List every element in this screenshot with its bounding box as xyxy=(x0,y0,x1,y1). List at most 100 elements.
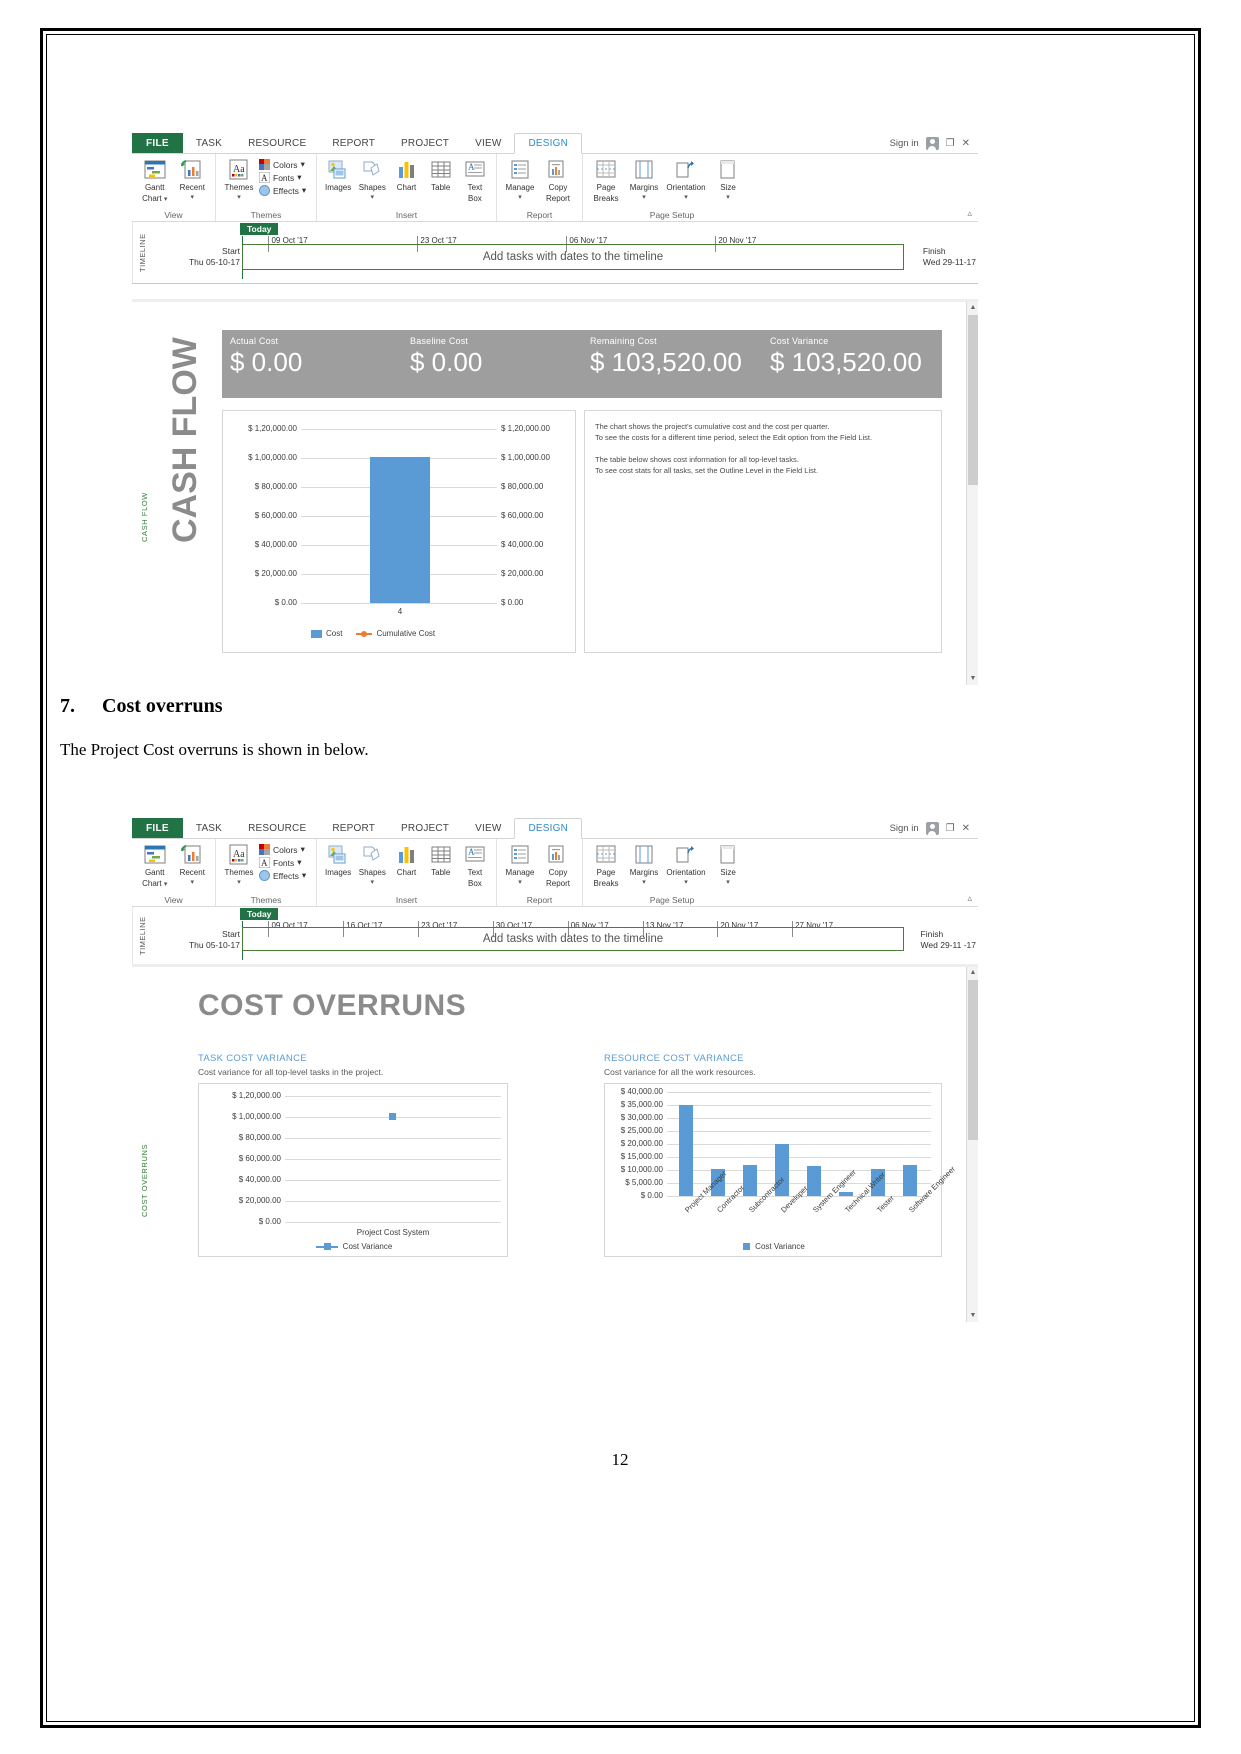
fonts-caret-icon[interactable]: ▾ xyxy=(297,857,301,868)
chart-bar[interactable] xyxy=(903,1165,917,1196)
resource-cost-variance-panel[interactable]: $ 40,000.00 $ 35,000.00 $ 30,000.00 $ 25… xyxy=(604,1083,957,1257)
page-breaks-button[interactable]: Page Breaks xyxy=(588,156,624,203)
shapes-caret-icon[interactable]: ▾ xyxy=(371,878,375,888)
images-button[interactable]: Images xyxy=(322,841,354,878)
effects-caret-icon[interactable]: ▾ xyxy=(302,185,306,196)
copy-report-button[interactable]: Copy Report xyxy=(540,156,576,203)
recent-caret-icon[interactable]: ▾ xyxy=(190,193,194,203)
sign-in-link[interactable]: Sign in xyxy=(890,138,919,149)
margins-caret-icon[interactable]: ▾ xyxy=(642,878,646,888)
effects-caret-icon[interactable]: ▾ xyxy=(302,870,306,881)
scrollbar-thumb[interactable] xyxy=(968,980,978,1140)
recent-button[interactable]: Recent ▾ xyxy=(175,841,211,887)
table-button[interactable]: Table xyxy=(425,156,457,193)
gantt-chart-button[interactable]: Gantt Chart ▾ xyxy=(137,841,173,889)
tab-project[interactable]: PROJECT xyxy=(388,133,462,153)
tab-design[interactable]: DESIGN xyxy=(514,133,583,154)
chart-bar[interactable] xyxy=(839,1192,853,1196)
tab-resource[interactable]: RESOURCE xyxy=(235,818,319,838)
timeline-body[interactable]: Today Start Thu 05-10-17 09 Oct '17 16 O… xyxy=(152,907,978,964)
scroll-down-arrow-icon[interactable]: ▼ xyxy=(967,673,978,685)
chart-button[interactable]: Chart xyxy=(390,156,422,193)
shapes-button[interactable]: Shapes ▾ xyxy=(356,841,388,887)
effects-button[interactable]: Effects ▾ xyxy=(259,185,306,196)
recent-caret-icon[interactable]: ▾ xyxy=(190,878,194,888)
size-button[interactable]: Size ▾ xyxy=(710,156,746,202)
chart-data-point[interactable] xyxy=(389,1113,396,1120)
cashflow-description-panel[interactable]: The chart shows the project's cumulative… xyxy=(584,410,942,653)
tab-design[interactable]: DESIGN xyxy=(514,818,583,839)
size-button[interactable]: Size ▾ xyxy=(710,841,746,887)
chart-bar[interactable] xyxy=(370,457,430,603)
themes-caret-icon[interactable]: ▾ xyxy=(237,193,241,203)
colors-button[interactable]: Colors ▾ xyxy=(259,844,306,855)
manage-caret-icon[interactable]: ▾ xyxy=(518,878,522,888)
collapse-ribbon-icon[interactable]: ▵ xyxy=(967,208,972,219)
close-icon[interactable]: ✕ xyxy=(962,138,970,149)
scroll-up-arrow-icon[interactable]: ▲ xyxy=(967,967,978,979)
timeline-add-tasks-bar[interactable]: Add tasks with dates to the timeline xyxy=(242,927,904,951)
effects-button[interactable]: Effects ▾ xyxy=(259,870,306,881)
table-button[interactable]: Table xyxy=(425,841,457,878)
legend-item-cost[interactable]: Cost xyxy=(311,629,342,638)
tab-view[interactable]: VIEW xyxy=(462,133,514,153)
orientation-caret-icon[interactable]: ▾ xyxy=(684,878,688,888)
recent-button[interactable]: Recent ▾ xyxy=(175,156,211,202)
shapes-button[interactable]: Shapes ▾ xyxy=(356,156,388,202)
scrollbar-thumb[interactable] xyxy=(968,315,978,485)
manage-button[interactable]: Manage ▾ xyxy=(502,156,538,202)
orientation-button[interactable]: Orientation ▾ xyxy=(664,841,708,887)
tab-file[interactable]: FILE xyxy=(132,133,183,153)
user-avatar-icon[interactable] xyxy=(925,821,939,835)
size-caret-icon[interactable]: ▾ xyxy=(726,193,730,203)
manage-caret-icon[interactable]: ▾ xyxy=(518,193,522,203)
gantt-chart-button[interactable]: Gantt Chart ▾ xyxy=(137,156,173,204)
task-cost-variance-panel[interactable]: $ 1,20,000.00 $ 1,00,000.00 $ 80,000.00 … xyxy=(198,1083,508,1257)
themes-button[interactable]: Aa Themes ▾ xyxy=(221,841,257,887)
images-button[interactable]: Images xyxy=(322,156,354,193)
chart-button[interactable]: Chart xyxy=(390,841,422,878)
restore-window-icon[interactable]: ❐ xyxy=(946,823,955,834)
restore-window-icon[interactable]: ❐ xyxy=(946,138,955,149)
tab-resource[interactable]: RESOURCE xyxy=(235,133,319,153)
collapse-ribbon-icon[interactable]: ▵ xyxy=(967,893,972,904)
margins-button[interactable]: Margins ▾ xyxy=(626,156,662,202)
copy-report-button[interactable]: Copy Report xyxy=(540,841,576,888)
chart-bar[interactable] xyxy=(679,1105,693,1196)
scroll-down-arrow-icon[interactable]: ▼ xyxy=(967,1310,978,1322)
themes-caret-icon[interactable]: ▾ xyxy=(237,878,241,888)
tab-file[interactable]: FILE xyxy=(132,818,183,838)
timeline-body[interactable]: Today Start Thu 05-10-17 09 Oct '17 23 O… xyxy=(152,222,978,283)
manage-button[interactable]: Manage ▾ xyxy=(502,841,538,887)
text-box-button[interactable]: A Text Box xyxy=(459,841,491,888)
report-scrollbar-vertical[interactable]: ▲ ▼ xyxy=(966,302,978,685)
tab-task[interactable]: TASK xyxy=(183,133,235,153)
tab-task[interactable]: TASK xyxy=(183,818,235,838)
colors-caret-icon[interactable]: ▾ xyxy=(301,159,305,170)
colors-button[interactable]: Colors ▾ xyxy=(259,159,306,170)
margins-caret-icon[interactable]: ▾ xyxy=(642,193,646,203)
user-avatar-icon[interactable] xyxy=(925,136,939,150)
sign-in-link[interactable]: Sign in xyxy=(890,823,919,834)
legend-item-cumulative-cost[interactable]: Cumulative Cost xyxy=(356,629,435,638)
tab-report[interactable]: REPORT xyxy=(319,133,388,153)
fonts-button[interactable]: A Fonts ▾ xyxy=(258,856,306,869)
orientation-caret-icon[interactable]: ▾ xyxy=(684,193,688,203)
close-icon[interactable]: ✕ xyxy=(962,823,970,834)
size-caret-icon[interactable]: ▾ xyxy=(726,878,730,888)
colors-caret-icon[interactable]: ▾ xyxy=(301,844,305,855)
shapes-caret-icon[interactable]: ▾ xyxy=(371,193,375,203)
tab-project[interactable]: PROJECT xyxy=(388,818,462,838)
text-box-button[interactable]: A Text Box xyxy=(459,156,491,203)
chart-bar[interactable] xyxy=(743,1165,757,1196)
themes-button[interactable]: Aa Themes ▾ xyxy=(221,156,257,202)
fonts-caret-icon[interactable]: ▾ xyxy=(297,172,301,183)
scroll-up-arrow-icon[interactable]: ▲ xyxy=(967,302,978,314)
fonts-button[interactable]: A Fonts ▾ xyxy=(258,171,306,184)
orientation-button[interactable]: Orientation ▾ xyxy=(664,156,708,202)
page-breaks-button[interactable]: Page Breaks xyxy=(588,841,624,888)
margins-button[interactable]: Margins ▾ xyxy=(626,841,662,887)
chart-bar[interactable] xyxy=(807,1166,821,1196)
cashflow-chart-panel[interactable]: $ 1,20,000.00 $ 1,00,000.00 $ 80,000.00 … xyxy=(222,410,576,653)
timeline-add-tasks-bar[interactable]: Add tasks with dates to the timeline xyxy=(242,244,904,270)
